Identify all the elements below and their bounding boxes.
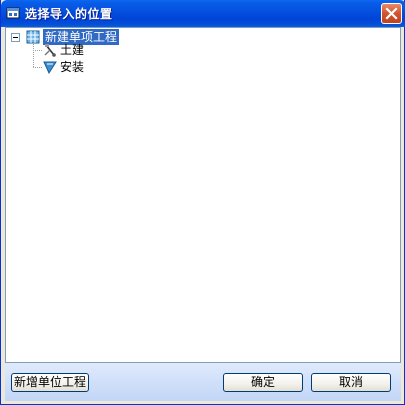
tree-connector [33, 67, 42, 68]
close-button[interactable] [381, 3, 402, 24]
collapse-toggle-icon[interactable] [11, 33, 20, 42]
close-icon [385, 7, 398, 20]
location-tree[interactable]: 新建单项工程 土建 安装 [5, 27, 401, 363]
tree-node-civil[interactable]: 土建 [43, 42, 123, 58]
tree-connector [33, 50, 42, 51]
app-window-icon [6, 7, 20, 19]
building-icon [26, 30, 40, 44]
cancel-button[interactable]: 取消 [311, 373, 391, 392]
import-location-dialog: 选择导入的位置 新建单项工程 土建 安装 新增单位工程 确定 取消 [0, 0, 405, 405]
ok-button[interactable]: 确定 [223, 373, 303, 392]
tree-node-installation[interactable]: 安装 [43, 59, 123, 75]
dialog-footer: 新增单位工程 确定 取消 [5, 363, 401, 401]
installation-icon [43, 61, 57, 74]
tree-node-label: 安装 [60, 60, 85, 74]
window-title: 选择导入的位置 [25, 7, 113, 21]
civil-construction-icon [44, 44, 56, 57]
title-bar[interactable]: 选择导入的位置 [1, 0, 405, 27]
tree-node-label: 土建 [60, 43, 85, 57]
tree-connector [33, 44, 34, 67]
add-unit-project-button[interactable]: 新增单位工程 [11, 373, 89, 392]
